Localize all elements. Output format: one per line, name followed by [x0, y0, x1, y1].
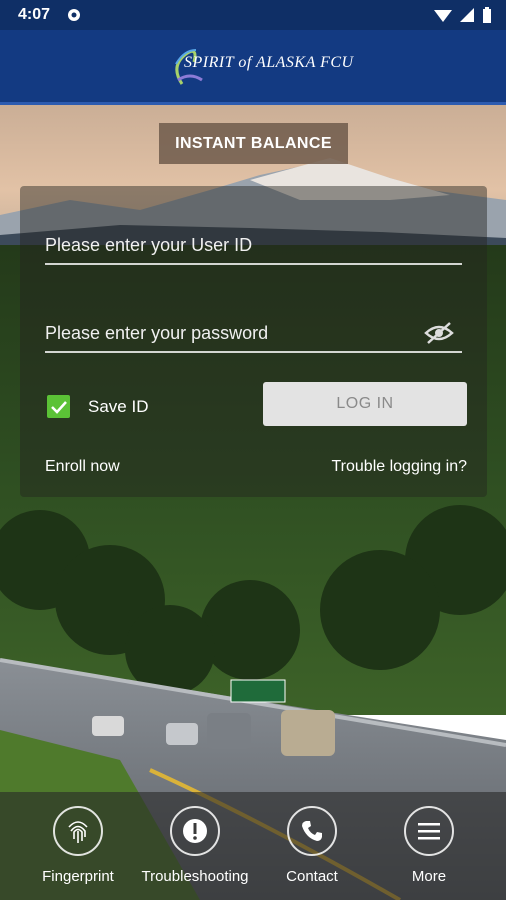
nav-label: Troubleshooting — [141, 868, 249, 885]
enroll-now-link[interactable]: Enroll now — [45, 458, 120, 476]
trouble-logging-in-link[interactable]: Trouble logging in? — [332, 458, 468, 476]
hide-password-icon[interactable] — [424, 321, 454, 345]
status-time: 4:07 — [18, 6, 51, 23]
save-id-checkbox[interactable] — [47, 395, 70, 418]
nav-fingerprint[interactable]: Fingerprint — [18, 806, 138, 885]
instant-balance-button[interactable]: INSTANT BALANCE — [159, 123, 348, 164]
save-id-label: Save ID — [88, 396, 149, 416]
fingerprint-icon — [53, 806, 103, 856]
logo-text: SPIRIT of ALASKA FCU — [184, 54, 354, 71]
bottom-nav: Fingerprint Troubleshooting Contact More — [0, 792, 506, 900]
status-bar: 4:07 — [0, 0, 506, 30]
menu-icon — [404, 806, 454, 856]
gear-icon — [68, 9, 80, 21]
phone-icon — [287, 806, 337, 856]
nav-label: Fingerprint — [42, 868, 114, 885]
save-id-row: Save ID — [47, 395, 148, 418]
signal-icon — [460, 8, 474, 22]
exclamation-icon — [170, 806, 220, 856]
user-id-input[interactable] — [45, 227, 462, 265]
app-header: SPIRIT of ALASKA FCU — [0, 30, 506, 105]
wifi-icon — [434, 10, 452, 22]
nav-more[interactable]: More — [369, 806, 489, 885]
login-button[interactable]: LOG IN — [263, 382, 467, 426]
nav-label: Contact — [286, 868, 338, 885]
login-panel: Save ID LOG IN Enroll now Trouble loggin… — [20, 186, 487, 497]
nav-label: More — [411, 868, 447, 885]
checkmark-icon — [50, 400, 67, 414]
nav-contact[interactable]: Contact — [252, 806, 372, 885]
nav-troubleshooting[interactable]: Troubleshooting — [135, 806, 255, 885]
password-input[interactable] — [45, 315, 462, 353]
battery-icon — [483, 7, 491, 23]
